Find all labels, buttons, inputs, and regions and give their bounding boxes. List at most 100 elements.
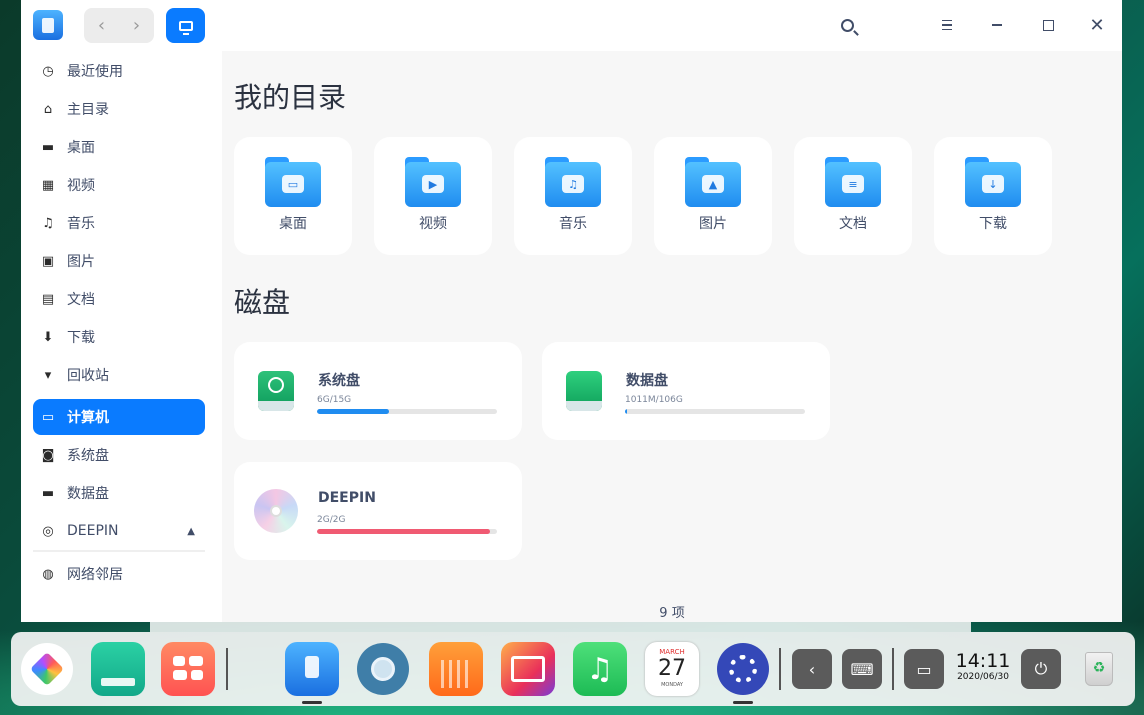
sidebar: ◷ 最近使用 ⌂ 主目录 ▬ 桌面 ▦ 视频 ♫ 音乐 ▣ 图片 ▤ 文档 ⬇ 下载 ▾ 回收站 … — [21, 51, 222, 622]
dir-label: 图片 — [699, 216, 727, 232]
sidebar-item-recent[interactable]: ◷ 最近使用 — [33, 53, 205, 89]
sidebar-item-label: 回收站 — [67, 368, 109, 384]
sidebar-item-system-disk[interactable]: ◙ 系统盘 — [33, 437, 205, 473]
sidebar-divider — [33, 550, 205, 552]
music-folder-icon: ♫ — [545, 157, 601, 207]
main-menu-button[interactable] — [935, 13, 959, 37]
onscreen-keyboard-button[interactable]: ⌨ — [842, 649, 882, 689]
sidebar-item-data-disk[interactable]: ▬ 数据盘 — [33, 475, 205, 511]
input-method-button[interactable]: ▭ — [904, 649, 944, 689]
dir-label: 文档 — [839, 216, 867, 232]
eject-icon[interactable]: ▲ — [187, 526, 195, 537]
control-icon[interactable] — [161, 642, 215, 696]
monitor-icon — [178, 20, 193, 35]
sidebar-item-label: DEEPIN — [67, 523, 119, 539]
sidebar-item-label: 计算机 — [67, 410, 109, 426]
maximize-button[interactable] — [1036, 13, 1060, 37]
file-manager-icon[interactable] — [285, 642, 339, 696]
image-viewer-icon[interactable] — [501, 642, 555, 696]
sidebar-item-pictures[interactable]: ▣ 图片 — [33, 243, 205, 279]
sidebar-item-network[interactable]: ◍ 网络邻居 — [33, 556, 205, 592]
dir-card-pictures[interactable]: ▲ 图片 — [654, 137, 772, 255]
sidebar-item-trash[interactable]: ▾ 回收站 — [33, 357, 205, 393]
back-button[interactable]: ‹ — [84, 8, 119, 43]
system-disk-icon — [258, 371, 294, 411]
titlebar: ‹ › ✕ — [21, 0, 1122, 51]
sidebar-item-label: 桌面 — [67, 140, 95, 156]
sidebar-item-label: 音乐 — [67, 216, 95, 232]
cdrom-icon — [254, 489, 298, 533]
document-folder-icon: ≡ — [825, 157, 881, 207]
clock[interactable]: 14:11 2020/06/30 — [953, 650, 1013, 682]
sidebar-item-documents[interactable]: ▤ 文档 — [33, 281, 205, 317]
sidebar-item-label: 下载 — [67, 330, 95, 346]
status-bar-count: 9 项 — [659, 606, 685, 621]
close-button[interactable]: ✕ — [1085, 13, 1109, 37]
app-store-icon[interactable] — [429, 642, 483, 696]
disk-usage-bar — [317, 409, 497, 414]
search-button[interactable] — [835, 13, 859, 37]
disk-usage-bar — [625, 409, 805, 414]
clock-icon: ◷ — [42, 63, 54, 79]
disk-name: 数据盘 — [626, 373, 668, 389]
computer-view-button[interactable] — [166, 8, 205, 43]
disk-card-data[interactable]: 数据盘 1011M/106G — [542, 342, 830, 440]
forward-button[interactable]: › — [119, 8, 154, 43]
running-indicator — [302, 701, 322, 704]
disk-size: 2G/2G — [317, 515, 346, 525]
main-content: 我的目录 ▭ 桌面 ▶ 视频 ♫ 音乐 ▲ 图片 ≡ 文档 ↓ 下载 磁盘 系统… — [222, 51, 1122, 622]
music-player-icon[interactable]: ♫ — [573, 642, 627, 696]
search-icon — [840, 18, 854, 32]
navigation-group: ‹ › — [84, 8, 154, 43]
dir-card-downloads[interactable]: ↓ 下载 — [934, 137, 1052, 255]
dir-label: 下载 — [979, 216, 1007, 232]
trash-icon[interactable]: ♻ — [1079, 646, 1119, 690]
running-indicator — [733, 701, 753, 704]
sidebar-item-downloads[interactable]: ⬇ 下载 — [33, 319, 205, 355]
sidebar-item-label: 数据盘 — [67, 486, 109, 502]
download-icon: ⬇ — [42, 329, 54, 345]
clock-time: 14:11 — [955, 650, 1011, 672]
desktop-folder-icon: ▭ — [265, 157, 321, 207]
dir-card-music[interactable]: ♫ 音乐 — [514, 137, 632, 255]
network-icon: ◍ — [42, 566, 54, 582]
minimize-button[interactable] — [985, 13, 1009, 37]
power-button[interactable]: ⏻ — [1021, 649, 1061, 689]
my-directories-title: 我的目录 — [234, 81, 347, 114]
disk-card-system[interactable]: 系统盘 6G/15G — [234, 342, 522, 440]
sidebar-item-videos[interactable]: ▦ 视频 — [33, 167, 205, 203]
data-disk-icon — [566, 371, 602, 411]
disk-icon: ▬ — [41, 485, 55, 501]
sidebar-item-music[interactable]: ♫ 音乐 — [33, 205, 205, 241]
dir-card-videos[interactable]: ▶ 视频 — [374, 137, 492, 255]
sidebar-item-deepin[interactable]: ◎ DEEPIN ▲ — [33, 513, 205, 549]
launcher-icon[interactable] — [21, 643, 73, 695]
sidebar-item-computer[interactable]: ▭ 计算机 — [33, 399, 205, 435]
browser-icon[interactable] — [357, 643, 409, 695]
sidebar-item-desktop[interactable]: ▬ 桌面 — [33, 129, 205, 165]
disks-title: 磁盘 — [234, 286, 291, 319]
keyboard-icon: ⌨ — [850, 659, 874, 679]
disk-card-deepin[interactable]: DEEPIN 2G/2G — [234, 462, 522, 560]
calendar-icon[interactable]: MARCH 27 MONDAY — [645, 642, 699, 696]
dir-label: 音乐 — [559, 216, 587, 232]
document-icon: ▤ — [41, 291, 55, 307]
sidebar-item-label: 视频 — [67, 178, 95, 194]
dir-card-documents[interactable]: ≡ 文档 — [794, 137, 912, 255]
sidebar-item-label: 图片 — [67, 254, 95, 270]
calendar-weekday: MONDAY — [661, 682, 683, 688]
dock-separator — [892, 648, 894, 690]
trash-icon: ▾ — [44, 367, 52, 383]
music-icon: ♫ — [42, 215, 54, 231]
dock: ♫ MARCH 27 MONDAY ‹ ⌨ ▭ 14:11 2020/06/30… — [11, 632, 1135, 706]
dir-card-desktop[interactable]: ▭ 桌面 — [234, 137, 352, 255]
picture-icon: ▣ — [41, 253, 55, 269]
multitask-icon[interactable] — [91, 642, 145, 696]
tray-collapse-button[interactable]: ‹ — [792, 649, 832, 689]
desktop-icon: ▬ — [41, 139, 55, 155]
sidebar-item-home[interactable]: ⌂ 主目录 — [33, 91, 205, 127]
video-folder-icon: ▶ — [405, 157, 461, 207]
disk-usage-bar — [317, 529, 497, 534]
dock-separator — [226, 648, 228, 690]
settings-icon[interactable] — [717, 643, 769, 695]
